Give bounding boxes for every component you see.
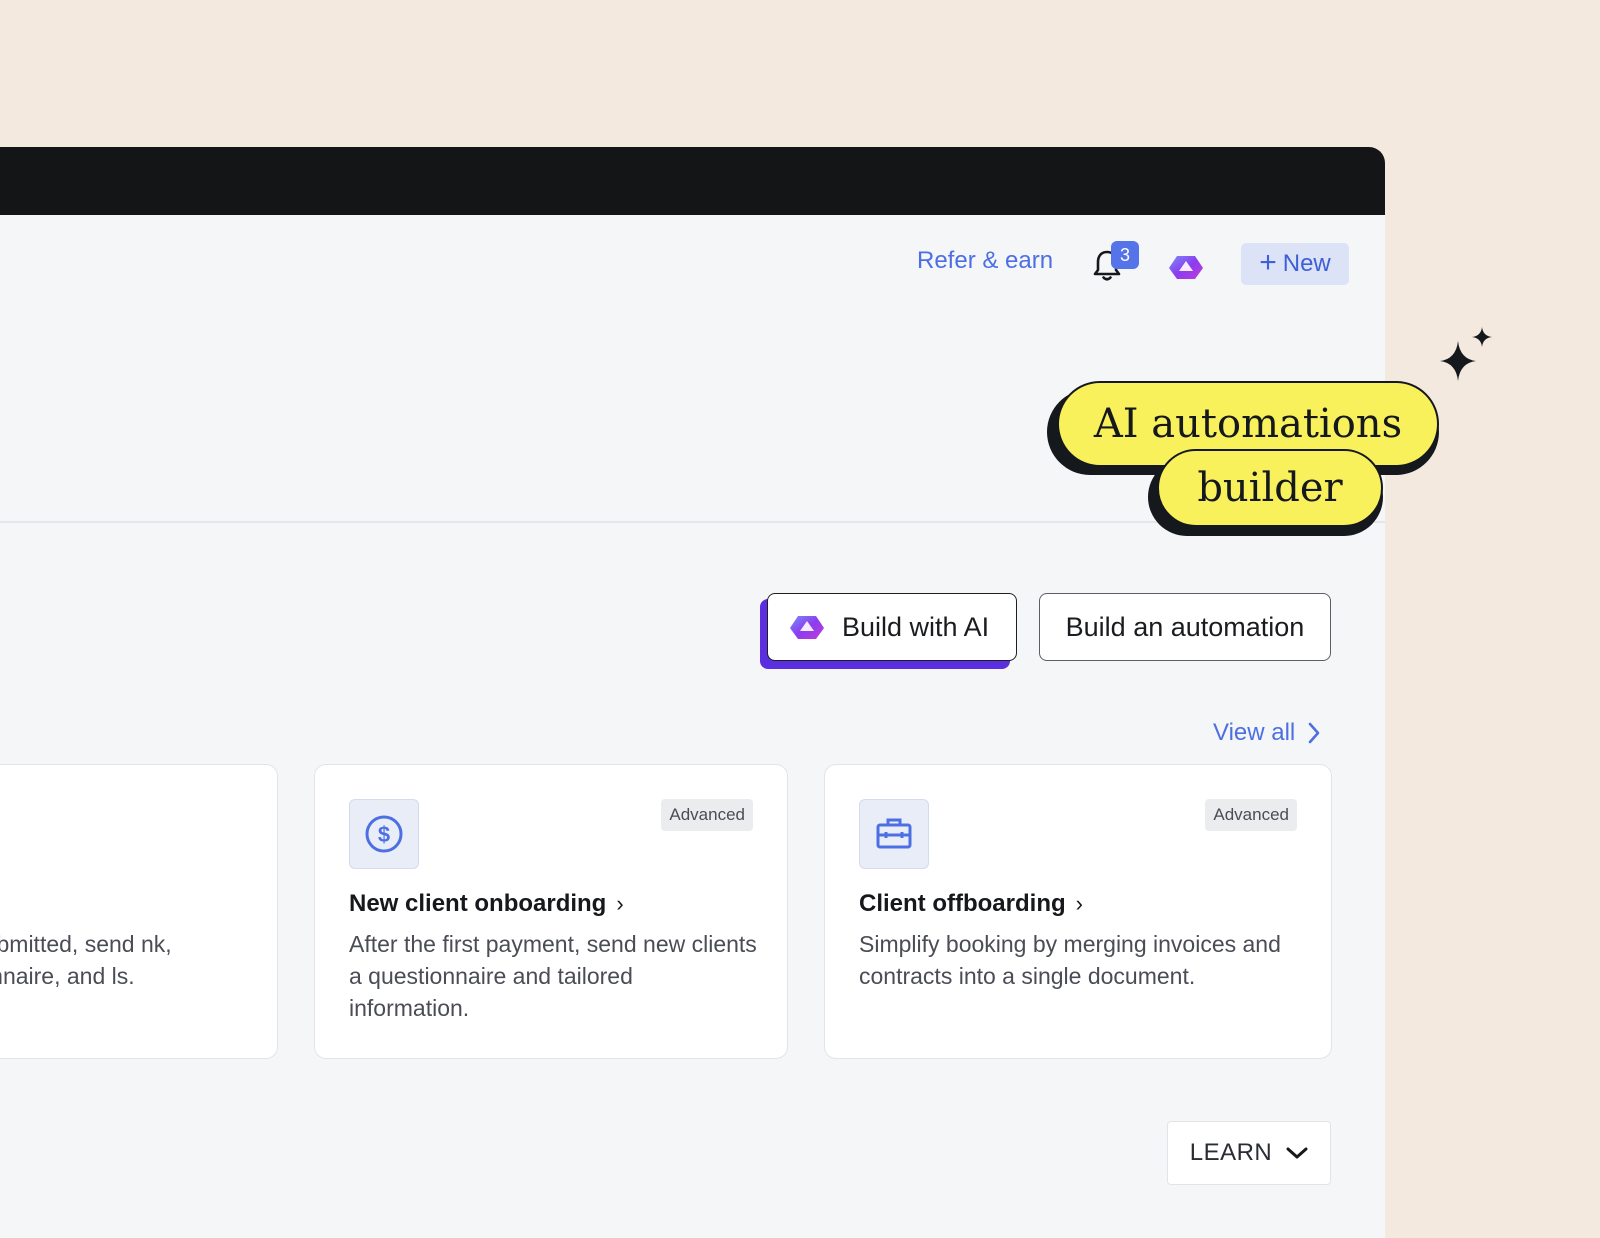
new-button-label: New xyxy=(1282,250,1331,277)
automation-card[interactable]: ooking › rm is submitted, send nk, quest… xyxy=(0,764,278,1059)
notification-badge: 3 xyxy=(1111,241,1139,269)
svg-text:$: $ xyxy=(378,822,390,847)
build-automation-button[interactable]: Build an automation xyxy=(1039,593,1331,661)
refer-earn-link[interactable]: Refer & earn xyxy=(917,247,1053,275)
card-description: rm is submitted, send nk, questionnaire,… xyxy=(0,931,172,989)
automation-card-client-offboarding[interactable]: Advanced Client offboarding › Simplify b… xyxy=(824,764,1332,1059)
chevron-right-icon: › xyxy=(616,891,624,916)
build-with-ai-label: Build with AI xyxy=(842,611,990,642)
briefcase-icon xyxy=(876,818,912,849)
card-title-text: New client onboarding xyxy=(349,890,607,917)
learn-dropdown-button[interactable]: LEARN xyxy=(1167,1121,1331,1185)
card-description: Simplify booking by merging invoices and… xyxy=(859,931,1281,989)
card-title: New client onboarding › xyxy=(349,890,624,918)
build-with-ai-button[interactable]: Build with AI xyxy=(767,593,1017,661)
card-icon-container: $ xyxy=(349,799,419,869)
build-with-ai-wrapper: Build with AI xyxy=(760,593,1018,669)
build-automation-label: Build an automation xyxy=(1065,611,1305,642)
ai-logo-icon xyxy=(790,616,824,639)
top-bar xyxy=(0,147,1385,215)
header-row: Refer & earn 3 + New xyxy=(0,215,1385,315)
plus-icon: + xyxy=(1259,245,1277,279)
notifications-button[interactable]: 3 xyxy=(1091,241,1139,281)
chevron-down-icon xyxy=(1286,1147,1308,1159)
difficulty-badge: Advanced xyxy=(661,799,753,831)
chevron-right-icon: › xyxy=(1075,891,1083,916)
card-title: Client offboarding › xyxy=(859,890,1083,918)
dollar-icon: $ xyxy=(365,815,403,853)
new-button[interactable]: + New xyxy=(1241,243,1349,285)
view-all-link[interactable]: View all xyxy=(1213,719,1321,747)
automation-card-new-client-onboarding[interactable]: $ Advanced New client onboarding › After… xyxy=(314,764,788,1059)
learn-label: LEARN xyxy=(1189,1139,1273,1166)
ai-logo-icon[interactable] xyxy=(1167,253,1205,281)
card-description: After the first payment, send new client… xyxy=(349,931,757,1021)
difficulty-badge: Advanced xyxy=(1205,799,1297,831)
sparkle-icon xyxy=(1440,327,1492,381)
sticker-title-line2: builder xyxy=(1157,449,1383,527)
card-title-text: Client offboarding xyxy=(859,890,1066,917)
card-icon-container xyxy=(859,799,929,869)
chevron-right-icon xyxy=(1308,722,1320,744)
view-all-label: View all xyxy=(1213,719,1296,746)
app-window: Refer & earn 3 + New Build with AI Build… xyxy=(0,147,1385,1238)
